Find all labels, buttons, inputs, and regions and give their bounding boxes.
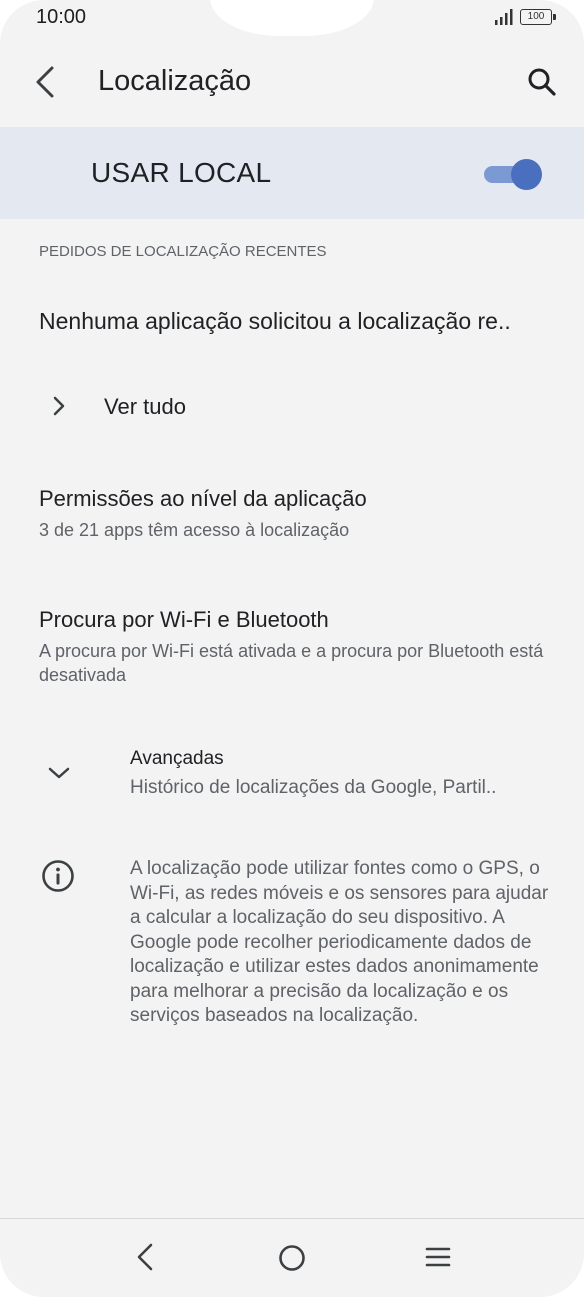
signal-icon xyxy=(495,9,513,25)
use-location-label: USAR LOCAL xyxy=(91,157,272,188)
advanced-text: Avançadas Histórico de localizações da G… xyxy=(130,748,550,799)
pref-title: Permissões ao nível da aplicação xyxy=(39,486,367,511)
use-location-toggle[interactable] xyxy=(484,159,542,190)
no-recent-requests-text: Nenhuma aplicação solicitou a localizaçã… xyxy=(39,308,511,334)
status-time: 10:00 xyxy=(36,6,87,28)
recent-requests-header: PEDIDOS DE LOCALIZAÇÃO RECENTES xyxy=(39,243,327,260)
advanced-summary: Histórico de localizações da Google, Par… xyxy=(130,777,497,798)
search-icon[interactable] xyxy=(524,64,560,100)
nav-home-icon[interactable] xyxy=(278,1244,306,1272)
wifi-bluetooth-scanning-item[interactable]: Procura por Wi-Fi e Bluetooth A procura … xyxy=(39,607,549,687)
nav-back-icon[interactable] xyxy=(132,1242,158,1272)
see-all-label: Ver tudo xyxy=(104,394,186,419)
nav-recents-icon[interactable] xyxy=(424,1246,452,1268)
location-footer-text: A localização pode utilizar fontes como … xyxy=(130,858,549,1026)
pref-summary: 3 de 21 apps têm acesso à localização xyxy=(39,520,350,540)
battery-level: 100 xyxy=(527,11,545,22)
advanced-item[interactable]: Avançadas Histórico de localizações da G… xyxy=(0,730,584,820)
chevron-down-icon xyxy=(48,767,70,779)
app-bar: Localização xyxy=(0,42,584,122)
status-indicators: 100 xyxy=(494,9,556,25)
display-notch xyxy=(210,0,374,36)
advanced-title: Avançadas xyxy=(130,748,224,769)
phone-screen: 10:00 100 Localização USAR LOCAL PEDIDOS xyxy=(0,0,584,1297)
see-all-item[interactable]: Ver tudo xyxy=(0,370,584,442)
pref-title: Procura por Wi-Fi e Bluetooth xyxy=(39,607,329,632)
battery-icon: 100 xyxy=(520,9,556,25)
app-level-permissions-item[interactable]: Permissões ao nível da aplicação 3 de 21… xyxy=(39,486,549,542)
toggle-thumb xyxy=(511,159,542,190)
pref-summary: A procura por Wi-Fi está ativada e a pro… xyxy=(39,641,544,685)
info-icon xyxy=(42,860,74,892)
arrow-back-icon[interactable] xyxy=(30,64,62,100)
chevron-right-icon xyxy=(53,396,65,416)
page-title: Localização xyxy=(98,65,252,97)
system-navigation-bar xyxy=(0,1218,584,1297)
use-location-switch-bar[interactable]: USAR LOCAL xyxy=(0,127,584,219)
